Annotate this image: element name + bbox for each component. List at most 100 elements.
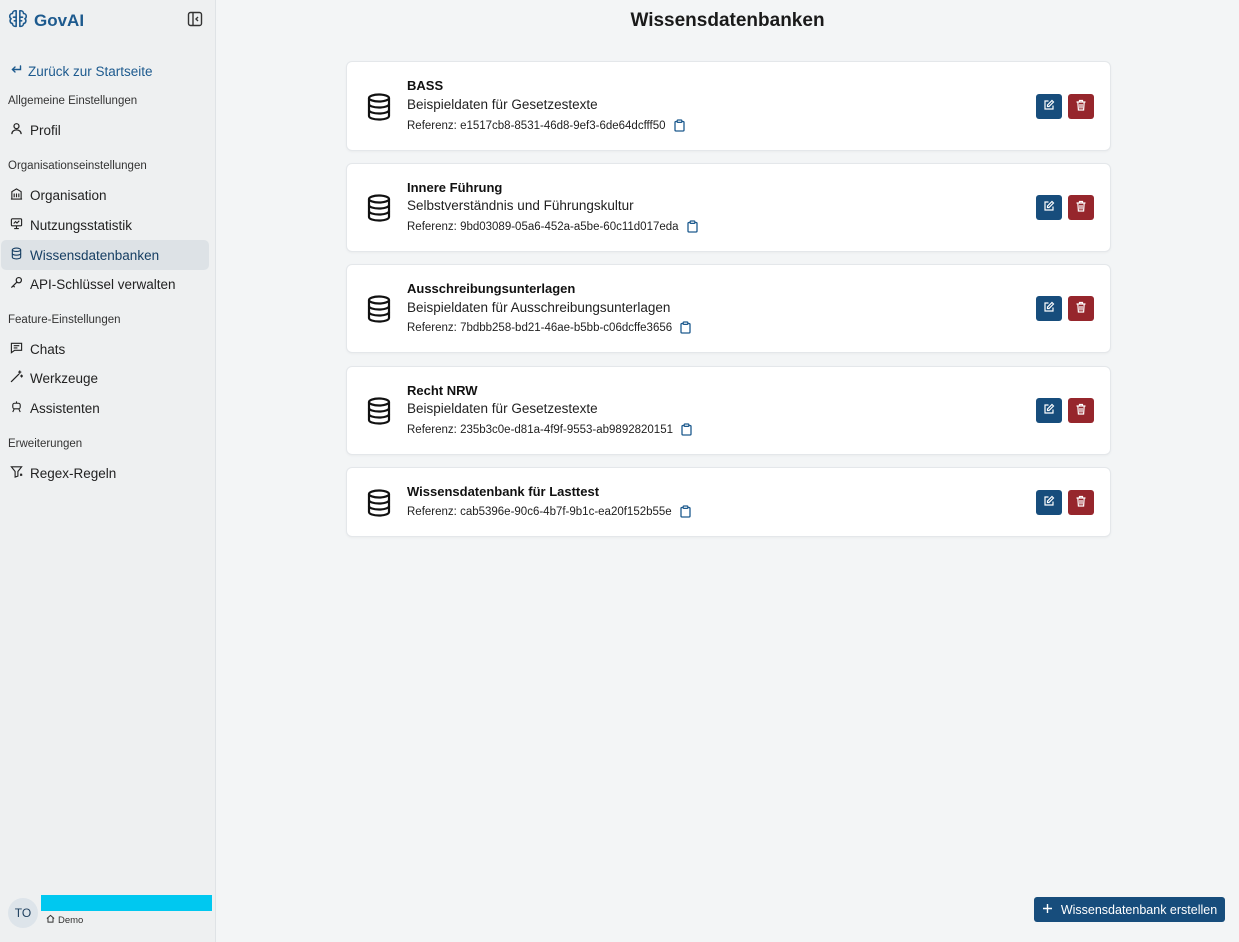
- section-title-general: Allgemeine Einstellungen: [8, 95, 138, 107]
- filter-icon: [10, 465, 23, 481]
- trash-icon: [1075, 402, 1087, 420]
- delete-button[interactable]: [1068, 94, 1094, 119]
- knowledge-base-description: Selbstverständnis und Führungskultur: [407, 198, 634, 213]
- chat-icon: [10, 341, 23, 357]
- trash-icon: [1075, 494, 1087, 512]
- clipboard-icon[interactable]: [673, 119, 685, 132]
- sidebar-item-label: Organisation: [30, 187, 107, 203]
- back-link-label: Zurück zur Startseite: [28, 63, 153, 79]
- reference-prefix: Referenz:: [407, 505, 457, 518]
- pencil-square-icon: [1043, 402, 1055, 420]
- knowledge-base-name: Wissensdatenbank für Lasttest: [407, 484, 600, 499]
- pencil-square-icon: [1043, 300, 1055, 318]
- plus-icon: [1042, 903, 1053, 917]
- brain-icon: [7, 8, 29, 35]
- clipboard-icon[interactable]: [681, 423, 692, 436]
- section-title-organization: Organisationseinstellungen: [8, 160, 147, 172]
- back-to-home-link[interactable]: Zurück zur Startseite: [10, 62, 153, 80]
- reference-id: 235b3c0e-d81a-4f9f-9553-ab9892820151: [460, 423, 673, 436]
- reference-id: cab5396e-90c6-4b7f-9b1c-ea20f152b55e: [460, 505, 672, 518]
- database-icon: [366, 397, 392, 430]
- knowledge-base-name: Innere Führung: [407, 180, 503, 195]
- building-icon: [10, 187, 23, 203]
- create-button-label: Wissensdatenbank erstellen: [1060, 902, 1218, 917]
- app-name: GovAI: [34, 11, 85, 30]
- sidebar-item-label: API-Schlüssel verwalten: [30, 276, 176, 292]
- magic-wand-icon: [10, 370, 24, 386]
- presentation-chart-icon: [10, 217, 23, 233]
- pencil-square-icon: [1043, 494, 1055, 512]
- sidebar-item-regex-rules[interactable]: Regex-Regeln: [1, 458, 209, 488]
- knowledge-base-reference: Referenz: e1517cb8-8531-46d8-9ef3-6de64d…: [407, 119, 685, 132]
- database-icon: [366, 295, 392, 328]
- edit-button[interactable]: [1036, 490, 1062, 515]
- knowledge-base-description: Beispieldaten für Gesetzestexte: [407, 401, 598, 416]
- sidebar-item-label: Chats: [30, 341, 66, 357]
- pencil-square-icon: [1043, 98, 1055, 116]
- reference-id: e1517cb8-8531-46d8-9ef3-6de64dcfff50: [460, 119, 666, 132]
- section-title-features: Feature-Einstellungen: [8, 314, 121, 326]
- sidebar-item-nutzungsstatistik[interactable]: Nutzungsstatistik: [1, 210, 209, 240]
- return-arrow-icon: [10, 64, 22, 79]
- knowledge-base-card: Wissensdatenbank für Lasttest Referenz: …: [346, 467, 1111, 537]
- organization-label: Demo: [46, 914, 83, 926]
- section-title-extensions: Erweiterungen: [8, 438, 83, 450]
- sidebar: GovAI Zurück zur Startseite Allgemeine E…: [0, 0, 216, 942]
- sidebar-item-werkzeuge[interactable]: Werkzeuge: [1, 363, 209, 393]
- trash-icon: [1075, 98, 1087, 116]
- delete-button[interactable]: [1068, 195, 1094, 220]
- sidebar-toggle-icon: [187, 11, 203, 32]
- knowledge-base-reference: Referenz: 9bd03089-05a6-452a-a5be-60c11d…: [407, 220, 698, 233]
- delete-button[interactable]: [1068, 490, 1094, 515]
- sidebar-item-organisation[interactable]: Organisation: [1, 180, 209, 210]
- knowledge-base-description: Beispieldaten für Ausschreibungsunterlag…: [407, 300, 671, 315]
- avatar: TO: [8, 898, 38, 928]
- knowledge-base-card: Recht NRW Beispieldaten für Gesetzestext…: [346, 366, 1111, 455]
- knowledge-base-description: Beispieldaten für Gesetzestexte: [407, 97, 598, 112]
- pencil-square-icon: [1043, 199, 1055, 217]
- reference-prefix: Referenz:: [407, 220, 457, 233]
- sidebar-item-label: Regex-Regeln: [30, 465, 117, 481]
- knowledge-base-card: BASS Beispieldaten für Gesetzestexte Ref…: [346, 61, 1111, 151]
- sidebar-item-api-keys[interactable]: API-Schlüssel verwalten: [1, 269, 209, 299]
- redacted-username: [41, 895, 212, 911]
- sidebar-item-profil[interactable]: Profil: [1, 115, 209, 145]
- reference-id: 7bdbb258-bd21-46ae-b5bb-c06dcffe3656: [460, 321, 673, 334]
- edit-button[interactable]: [1036, 398, 1062, 423]
- reference-prefix: Referenz:: [407, 119, 457, 132]
- organization-name: Demo: [58, 914, 84, 926]
- database-icon: [366, 489, 392, 522]
- sidebar-item-label: Profil: [30, 122, 61, 138]
- knowledge-base-name: Ausschreibungsunterlagen: [407, 281, 576, 296]
- sidebar-item-wissensdatenbanken[interactable]: Wissensdatenbanken: [1, 240, 209, 270]
- edit-button[interactable]: [1036, 195, 1062, 220]
- sidebar-item-chats[interactable]: Chats: [1, 334, 209, 364]
- sidebar-item-label: Wissensdatenbanken: [30, 247, 160, 263]
- home-icon: [46, 914, 55, 926]
- database-icon: [366, 93, 392, 126]
- knowledge-base-name: BASS: [407, 78, 444, 93]
- edit-button[interactable]: [1036, 94, 1062, 119]
- knowledge-base-card: Innere Führung Selbstverständnis und Füh…: [346, 163, 1111, 252]
- sidebar-item-label: Assistenten: [30, 400, 100, 416]
- create-knowledge-base-button[interactable]: Wissensdatenbank erstellen: [1034, 897, 1225, 922]
- sidebar-item-label: Nutzungsstatistik: [30, 217, 133, 233]
- trash-icon: [1075, 199, 1087, 217]
- clipboard-icon[interactable]: [680, 505, 691, 518]
- reference-id: 9bd03089-05a6-452a-a5be-60c11d017eda: [460, 220, 679, 233]
- delete-button[interactable]: [1068, 296, 1094, 321]
- sidebar-collapse-button[interactable]: [186, 11, 204, 32]
- delete-button[interactable]: [1068, 398, 1094, 423]
- clipboard-icon[interactable]: [680, 321, 691, 334]
- edit-button[interactable]: [1036, 296, 1062, 321]
- database-icon: [366, 194, 392, 227]
- knowledge-base-card: Ausschreibungsunterlagen Beispieldaten f…: [346, 264, 1111, 353]
- user-icon: [10, 122, 23, 138]
- knowledge-base-reference: Referenz: cab5396e-90c6-4b7f-9b1c-ea20f1…: [407, 505, 691, 518]
- user-menu[interactable]: TO Demo: [8, 895, 214, 933]
- sidebar-item-assistenten[interactable]: Assistenten: [1, 393, 209, 423]
- trash-icon: [1075, 300, 1087, 318]
- brand-logo[interactable]: GovAI: [7, 8, 85, 35]
- clipboard-icon[interactable]: [686, 220, 698, 233]
- knowledge-base-reference: Referenz: 235b3c0e-d81a-4f9f-9553-ab9892…: [407, 423, 692, 436]
